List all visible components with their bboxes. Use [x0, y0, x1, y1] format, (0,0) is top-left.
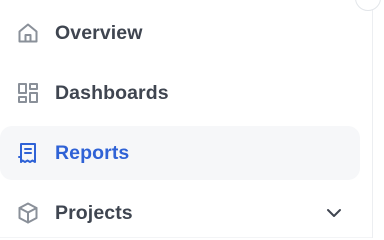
- sidebar-item-reports[interactable]: Reports: [0, 126, 360, 180]
- sidebar-item-overview[interactable]: Overview: [0, 6, 360, 60]
- chevron-down-icon[interactable]: [322, 201, 346, 225]
- report-document-icon: [16, 141, 40, 165]
- sidebar-item-label: Overview: [55, 21, 143, 44]
- home-icon: [16, 21, 40, 45]
- sidebar-item-dashboards[interactable]: Dashboards: [0, 66, 360, 120]
- sidebar-collapse-handle[interactable]: [355, 0, 381, 11]
- sidebar-item-projects[interactable]: Projects: [0, 186, 360, 240]
- sidebar-item-label: Dashboards: [55, 81, 169, 104]
- sidebar-item-label: Reports: [55, 141, 130, 164]
- sidebar-divider: [372, 0, 373, 238]
- sidebar-panel: Overview Dashboards Reports Projects: [0, 0, 384, 238]
- sidebar-item-label: Projects: [55, 201, 133, 224]
- cube-icon: [16, 201, 40, 225]
- dashboard-grid-icon: [16, 81, 40, 105]
- sidebar-bottom-edge: [0, 237, 372, 238]
